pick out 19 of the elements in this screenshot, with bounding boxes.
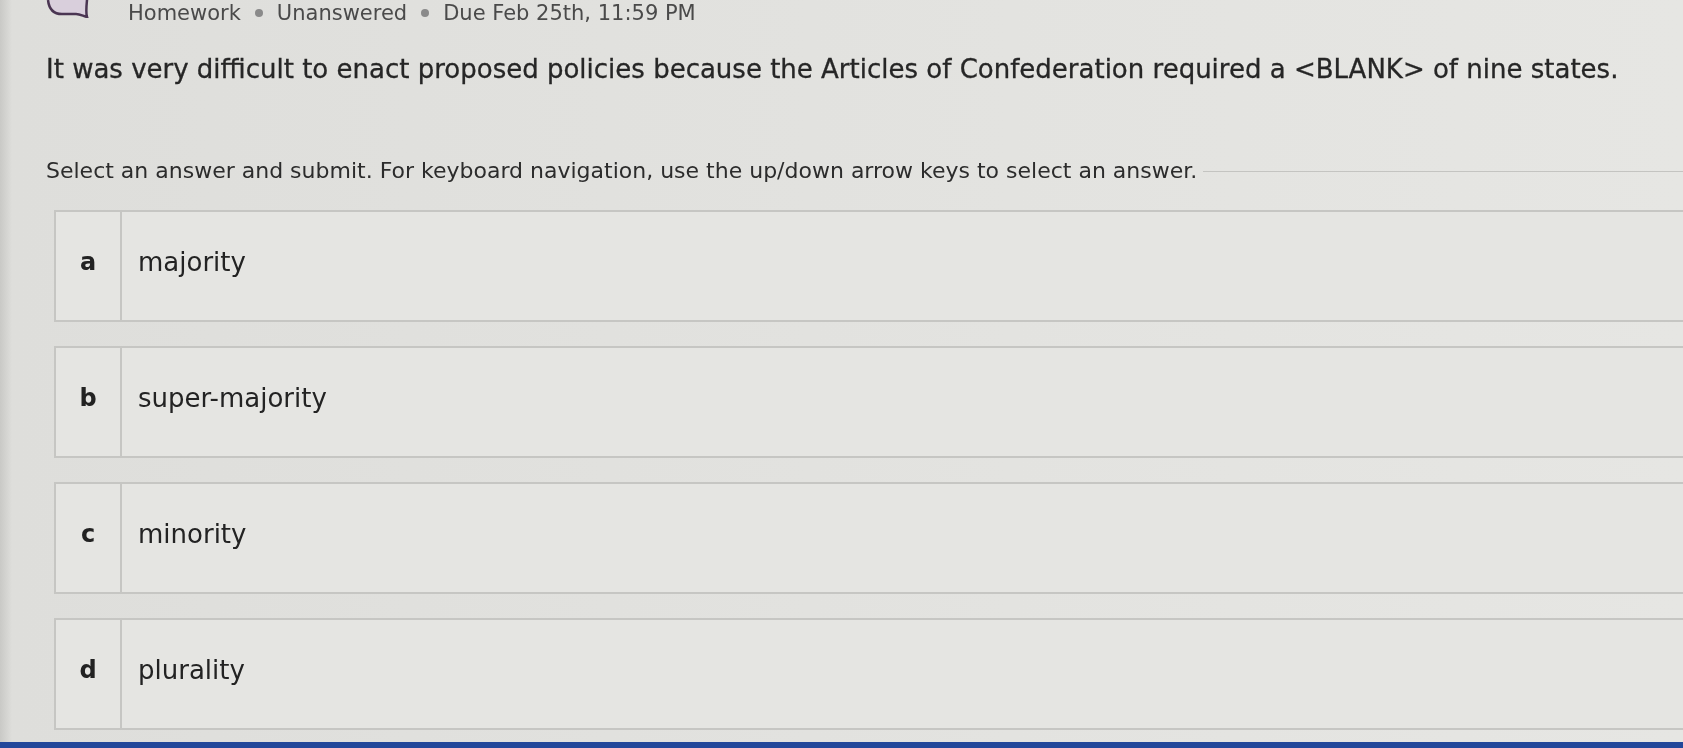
option-letter: d [79,656,97,684]
option-label: minority [138,519,247,549]
header-text: Due Feb 25th, 11:59 PM [443,1,696,25]
answer-option[interactable]: d plurality [54,618,1683,730]
header-text: Homework [128,1,241,25]
option-letter: a [79,248,97,276]
option-letter: b [79,384,97,412]
question-text: It was very difficult to enact proposed policies because the Articles of Confederation required a <BLANK> of nine states. [46,53,1620,86]
separator-dot-icon [254,9,263,17]
option-label: plurality [138,655,245,685]
option-label: majority [138,247,246,277]
answer-option[interactable]: c minority [54,482,1683,594]
option-label: super-majority [138,383,327,413]
instruction-text: Select an answer and submit. For keyboard navigation, use the up/down arrow keys to select an answer. [46,158,1198,184]
option-letter: c [80,520,96,548]
answer-option[interactable]: a majority [54,210,1683,322]
separator-dot-icon [421,9,430,17]
header-text: Unanswered [276,1,408,25]
answer-option[interactable]: b super-majority [54,346,1683,458]
